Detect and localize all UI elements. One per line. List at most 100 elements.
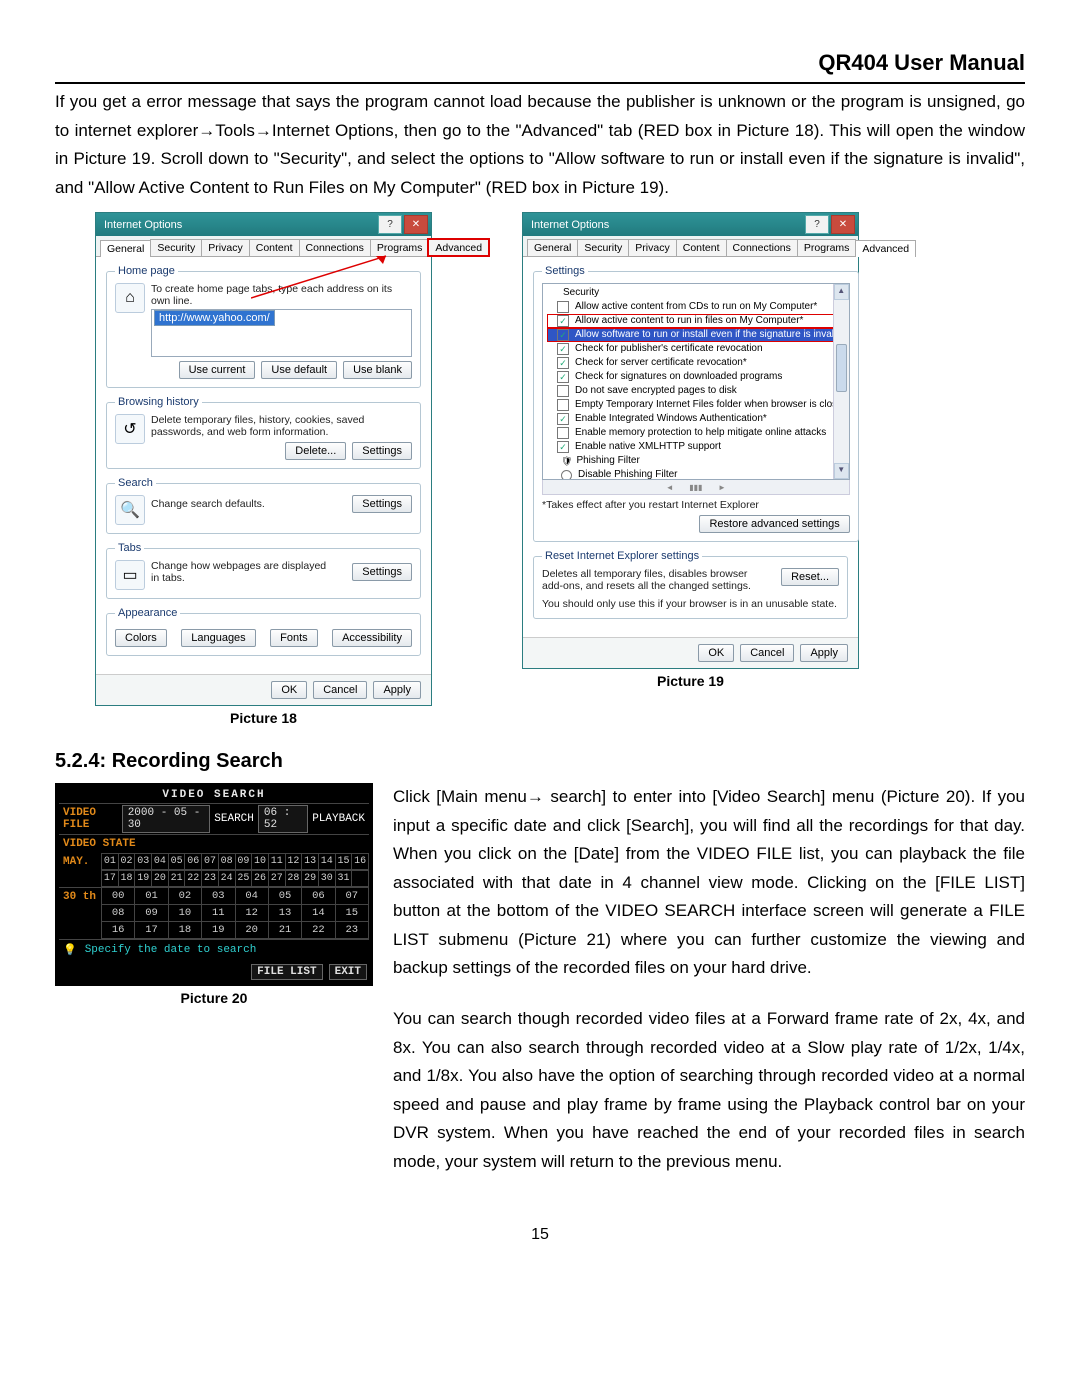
help-icon[interactable]: ? <box>805 215 829 234</box>
tab-security[interactable]: Security <box>577 239 629 256</box>
checkbox-icon[interactable]: ✓ <box>557 315 569 327</box>
hour-cell[interactable]: 15 <box>336 905 369 922</box>
help-icon[interactable]: ? <box>378 215 402 234</box>
calendar-day-cell[interactable]: 29 <box>302 871 319 887</box>
checkbox-icon[interactable] <box>557 385 569 397</box>
close-icon[interactable]: ✕ <box>404 215 428 234</box>
dialog-cancel-button[interactable]: Cancel <box>313 681 367 699</box>
file-list-button[interactable]: FILE LIST <box>251 964 322 980</box>
hour-cell[interactable]: 18 <box>169 922 202 939</box>
calendar-day-cell[interactable]: 01 <box>102 854 119 870</box>
calendar-day-cell[interactable]: 21 <box>169 871 186 887</box>
hour-cell[interactable]: 09 <box>135 905 168 922</box>
setting-row[interactable]: ✓Allow software to run or install even i… <box>547 328 845 342</box>
setting-row[interactable]: ✓Check for publisher's certificate revoc… <box>547 342 845 356</box>
hour-cell[interactable]: 04 <box>236 888 269 905</box>
calendar-day-cell[interactable]: 17 <box>102 871 119 887</box>
setting-row[interactable]: ✓Check for signatures on downloaded prog… <box>547 370 845 384</box>
tab-content[interactable]: Content <box>676 239 727 256</box>
calendar-day-cell[interactable]: 04 <box>152 854 169 870</box>
checkbox-icon[interactable]: ✓ <box>557 413 569 425</box>
checkbox-icon[interactable]: ✓ <box>557 343 569 355</box>
tab-advanced[interactable]: Advanced <box>428 239 489 256</box>
settings-listbox[interactable]: SecurityAllow active content from CDs to… <box>542 283 850 480</box>
scroll-thumb[interactable] <box>836 344 847 392</box>
setting-row[interactable]: Do not save encrypted pages to disk <box>547 384 845 398</box>
hour-cell[interactable]: 21 <box>269 922 302 939</box>
hour-cell[interactable]: 16 <box>102 922 135 939</box>
appearance-colors-button[interactable]: Colors <box>115 629 167 647</box>
home-url-input[interactable]: http://www.yahoo.com/ <box>154 310 275 326</box>
hour-cell[interactable]: 12 <box>236 905 269 922</box>
hour-cell[interactable]: 02 <box>169 888 202 905</box>
appearance-fonts-button[interactable]: Fonts <box>270 629 318 647</box>
scroll-down-arrow[interactable]: ▼ <box>834 463 849 479</box>
video-playback-button[interactable]: PLAYBACK <box>308 810 369 828</box>
checkbox-icon[interactable]: ✓ <box>557 357 569 369</box>
dialog-ok-button[interactable]: OK <box>271 681 307 699</box>
setting-row[interactable]: ✓Check for server certificate revocation… <box>547 356 845 370</box>
hour-cell[interactable]: 13 <box>269 905 302 922</box>
dialog-ok-button[interactable]: OK <box>698 644 734 662</box>
calendar-day-cell[interactable]: 27 <box>269 871 286 887</box>
appearance-accessibility-button[interactable]: Accessibility <box>332 629 412 647</box>
reset-button[interactable]: Reset... <box>781 568 839 586</box>
calendar-day-cell[interactable]: 18 <box>119 871 136 887</box>
browsing-settings-button[interactable]: Settings <box>352 442 412 460</box>
hour-cell[interactable]: 19 <box>202 922 235 939</box>
calendar-day-cell[interactable]: 06 <box>185 854 202 870</box>
hour-cell[interactable]: 00 <box>102 888 135 905</box>
tab-advanced[interactable]: Advanced <box>855 240 916 257</box>
hour-cell[interactable]: 20 <box>236 922 269 939</box>
setting-row[interactable]: ✓Enable native XMLHTTP support <box>547 440 845 454</box>
scroll-up-arrow[interactable]: ▲ <box>834 284 849 300</box>
calendar-day-cell[interactable]: 05 <box>169 854 186 870</box>
calendar-day-cell[interactable]: 02 <box>119 854 136 870</box>
calendar-day-cell[interactable]: 14 <box>319 854 336 870</box>
hour-cell[interactable]: 06 <box>302 888 335 905</box>
tab-security[interactable]: Security <box>150 239 202 256</box>
calendar-day-cell[interactable]: 30 <box>319 871 336 887</box>
exit-button[interactable]: EXIT <box>329 964 367 980</box>
calendar-day-cell[interactable]: 31 <box>336 871 353 887</box>
calendar-day-cell[interactable]: 10 <box>252 854 269 870</box>
browsing-delete--button[interactable]: Delete... <box>285 442 346 460</box>
hour-cell[interactable]: 14 <box>302 905 335 922</box>
calendar-day-cell[interactable]: 24 <box>219 871 236 887</box>
home-use-blank-button[interactable]: Use blank <box>343 361 412 379</box>
tab-general[interactable]: General <box>100 240 151 257</box>
checkbox-icon[interactable] <box>557 301 569 313</box>
search-settings-button[interactable]: Settings <box>352 495 412 513</box>
tab-content[interactable]: Content <box>249 239 300 256</box>
calendar-day-cell[interactable]: 25 <box>236 871 253 887</box>
checkbox-icon[interactable]: ✓ <box>557 371 569 383</box>
tab-general[interactable]: General <box>527 239 578 256</box>
hour-cell[interactable]: 01 <box>135 888 168 905</box>
checkbox-icon[interactable]: ✓ <box>557 441 569 453</box>
calendar-day-cell[interactable]: 08 <box>219 854 236 870</box>
calendar-day-cell[interactable]: 19 <box>135 871 152 887</box>
home-use-current-button[interactable]: Use current <box>179 361 256 379</box>
hour-cell[interactable]: 17 <box>135 922 168 939</box>
hour-cell[interactable]: 23 <box>336 922 369 939</box>
calendar-day-cell[interactable]: 13 <box>302 854 319 870</box>
tabs-settings-button[interactable]: Settings <box>352 563 412 581</box>
horizontal-scrollbar[interactable]: ◄ ▮▮▮ ► <box>542 480 850 495</box>
hour-cell[interactable]: 10 <box>169 905 202 922</box>
restore-advanced-button[interactable]: Restore advanced settings <box>699 515 849 533</box>
calendar-day-cell[interactable]: 09 <box>236 854 253 870</box>
hour-cell[interactable]: 05 <box>269 888 302 905</box>
calendar-day-cell[interactable] <box>352 871 369 887</box>
dialog-apply-button[interactable]: Apply <box>800 644 848 662</box>
calendar-day-cell[interactable]: 16 <box>352 854 369 870</box>
calendar-day-cell[interactable]: 07 <box>202 854 219 870</box>
setting-row[interactable]: Disable Phishing Filter <box>547 468 845 480</box>
checkbox-icon[interactable]: ✓ <box>557 329 569 341</box>
checkbox-icon[interactable] <box>557 399 569 411</box>
hour-cell[interactable]: 22 <box>302 922 335 939</box>
calendar-day-cell[interactable]: 22 <box>185 871 202 887</box>
vertical-scrollbar[interactable]: ▲ ▼ <box>833 284 849 479</box>
calendar-day-cell[interactable]: 12 <box>286 854 303 870</box>
dialog-cancel-button[interactable]: Cancel <box>740 644 794 662</box>
hour-cell[interactable]: 08 <box>102 905 135 922</box>
